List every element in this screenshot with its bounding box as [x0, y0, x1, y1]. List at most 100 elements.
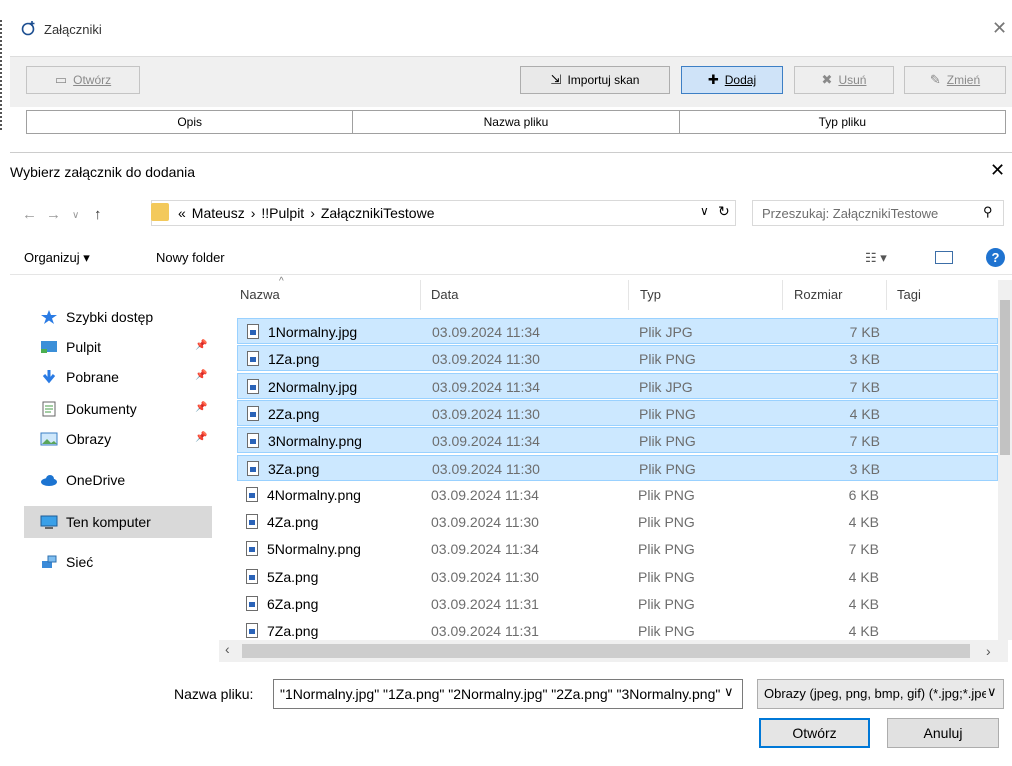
window-edge: [0, 20, 6, 130]
filename-label: Nazwa pliku:: [174, 686, 254, 702]
file-type: Plik PNG: [638, 541, 695, 557]
column-divider[interactable]: [886, 280, 887, 310]
breadcrumb-item-mateusz[interactable]: Mateusz: [192, 205, 245, 221]
file-row[interactable]: 6Za.png 03.09.2024 11:31 Plik PNG 4 KB: [237, 591, 998, 617]
image-file-icon: [246, 569, 258, 584]
file-size: 4 KB: [848, 569, 879, 585]
horizontal-scroll-thumb[interactable]: [242, 644, 970, 658]
breadcrumb-item-pulpit[interactable]: !!Pulpit: [261, 205, 304, 221]
nav-item-sieć[interactable]: Sieć: [40, 548, 93, 576]
file-row[interactable]: 5Za.png 03.09.2024 11:30 Plik PNG 4 KB: [237, 564, 998, 590]
file-type-filter-value[interactable]: Obrazy (jpeg, png, bmp, gif) (*.jpg;*.jp…: [764, 686, 986, 701]
import-icon: ⇲: [550, 72, 562, 87]
column-filetype[interactable]: Typ pliku: [680, 111, 1005, 133]
file-name: 5Za.png: [267, 569, 319, 585]
file-type: Plik PNG: [638, 487, 695, 503]
column-divider[interactable]: [628, 280, 629, 310]
desktop-icon: [40, 339, 58, 355]
vertical-scroll-thumb[interactable]: [1000, 300, 1010, 455]
file-row[interactable]: 3Za.png 03.09.2024 11:30 Plik PNG 3 KB: [237, 455, 998, 481]
file-size: 4 KB: [849, 406, 880, 422]
image-file-icon: [247, 379, 259, 394]
open-attachment-button[interactable]: ▭ Otwórz: [26, 66, 140, 94]
parent-window-title: Załączniki: [44, 22, 102, 37]
import-scan-button[interactable]: ⇲ Importuj skan: [520, 66, 670, 94]
filter-dropdown-icon[interactable]: ∨: [987, 684, 997, 700]
file-row[interactable]: 2Normalny.jpg 03.09.2024 11:34 Plik JPG 7 K…: [237, 373, 998, 399]
file-date: 03.09.2024 11:31: [431, 623, 539, 639]
pin-icon[interactable]: 📌: [195, 402, 207, 413]
column-filename[interactable]: Nazwa pliku: [353, 111, 680, 133]
back-arrow-icon[interactable]: ←: [22, 206, 37, 223]
cancel-button[interactable]: Anuluj: [887, 718, 999, 748]
file-row[interactable]: 2Za.png 03.09.2024 11:30 Plik PNG 4 KB: [237, 400, 998, 426]
refresh-icon[interactable]: ↻: [718, 203, 730, 220]
column-divider[interactable]: [782, 280, 783, 310]
file-name: 3Normalny.png: [268, 433, 362, 449]
breadcrumb-separator[interactable]: ›: [310, 205, 315, 221]
column-name[interactable]: Nazwa: [240, 287, 280, 302]
image-file-icon: [246, 623, 258, 638]
filename-dropdown-icon[interactable]: ∨: [724, 684, 734, 700]
file-type: Plik PNG: [639, 351, 696, 367]
new-folder-button[interactable]: Nowy folder: [156, 250, 225, 265]
column-tags[interactable]: Tagi: [897, 287, 921, 302]
breadcrumb-overflow[interactable]: «: [178, 205, 186, 221]
file-date: 03.09.2024 11:30: [432, 351, 540, 367]
filename-value[interactable]: "1Normalny.jpg" "1Za.png" "2Normalny.jpg…: [280, 686, 720, 702]
search-icon[interactable]: ⚲: [983, 204, 993, 220]
file-name: 4Za.png: [267, 514, 319, 530]
breadcrumb-item-current[interactable]: ZałącznikiTestowe: [321, 205, 435, 221]
file-row[interactable]: 5Normalny.png 03.09.2024 11:34 Plik PNG 7 K…: [237, 536, 998, 562]
parent-close-icon[interactable]: ✕: [992, 18, 1007, 39]
file-date: 03.09.2024 11:34: [432, 324, 540, 340]
pin-icon[interactable]: 📌: [195, 340, 207, 351]
column-date[interactable]: Data: [431, 287, 458, 302]
file-row[interactable]: 4Za.png 03.09.2024 11:30 Plik PNG 4 KB: [237, 509, 998, 535]
recent-chevron-icon[interactable]: ∨: [72, 210, 79, 221]
column-divider[interactable]: [420, 280, 421, 310]
search-placeholder: Przeszukaj: ZałącznikiTestowe: [762, 206, 939, 221]
address-history-chevron-icon[interactable]: ∨: [700, 204, 709, 218]
breadcrumb-separator[interactable]: ›: [251, 205, 256, 221]
nav-item-pobrane[interactable]: Pobrane: [40, 363, 119, 391]
up-arrow-icon[interactable]: ↑: [94, 206, 102, 223]
nav-item-szybki-dostęp[interactable]: Szybki dostęp: [40, 303, 153, 331]
image-file-icon: [246, 514, 258, 529]
remove-button[interactable]: ✖ Usuń: [794, 66, 894, 94]
column-type[interactable]: Typ: [640, 287, 661, 302]
image-file-icon: [246, 596, 258, 611]
pin-icon[interactable]: 📌: [195, 370, 207, 381]
file-row[interactable]: 1Normalny.jpg 03.09.2024 11:34 Plik JPG 7 K…: [237, 318, 998, 344]
column-size[interactable]: Rozmiar: [794, 287, 842, 302]
file-row[interactable]: 4Normalny.png 03.09.2024 11:34 Plik PNG 6 K…: [237, 482, 998, 508]
file-name: 4Normalny.png: [267, 487, 361, 503]
file-row[interactable]: 1Za.png 03.09.2024 11:30 Plik PNG 3 KB: [237, 345, 998, 371]
nav-item-label: Sieć: [66, 554, 94, 570]
file-size: 7 KB: [849, 324, 880, 340]
help-icon[interactable]: ?: [986, 248, 1005, 267]
edit-button[interactable]: ✎ Zmień: [904, 66, 1006, 94]
delete-icon: ✖: [821, 72, 833, 87]
forward-arrow-icon[interactable]: →: [46, 206, 61, 223]
view-options-icon[interactable]: ☷ ▾: [865, 250, 887, 266]
scroll-right-icon[interactable]: ›: [986, 643, 991, 659]
file-type: Plik PNG: [639, 406, 696, 422]
dialog-close-icon[interactable]: ✕: [990, 160, 1005, 181]
organize-button[interactable]: Organizuj ▾: [24, 250, 90, 266]
file-row[interactable]: 3Normalny.png 03.09.2024 11:34 Plik PNG 7 K…: [237, 427, 998, 453]
open-button[interactable]: Otwórz: [759, 718, 870, 748]
preview-pane-icon[interactable]: [935, 251, 953, 264]
file-size: 4 KB: [848, 623, 879, 639]
nav-item-ten-komputer[interactable]: Ten komputer: [40, 508, 151, 536]
nav-item-obrazy[interactable]: Obrazy: [40, 425, 111, 453]
pin-icon[interactable]: 📌: [195, 432, 207, 443]
add-button[interactable]: ✚ Dodaj: [681, 66, 783, 94]
column-description[interactable]: Opis: [27, 111, 354, 133]
nav-item-pulpit[interactable]: Pulpit: [40, 333, 101, 361]
nav-item-dokumenty[interactable]: Dokumenty: [40, 395, 137, 423]
nav-item-onedrive[interactable]: OneDrive: [40, 466, 125, 494]
scroll-left-icon[interactable]: ‹: [225, 641, 230, 657]
sort-ascending-icon: ^: [279, 276, 284, 287]
image-file-icon: [247, 351, 259, 366]
